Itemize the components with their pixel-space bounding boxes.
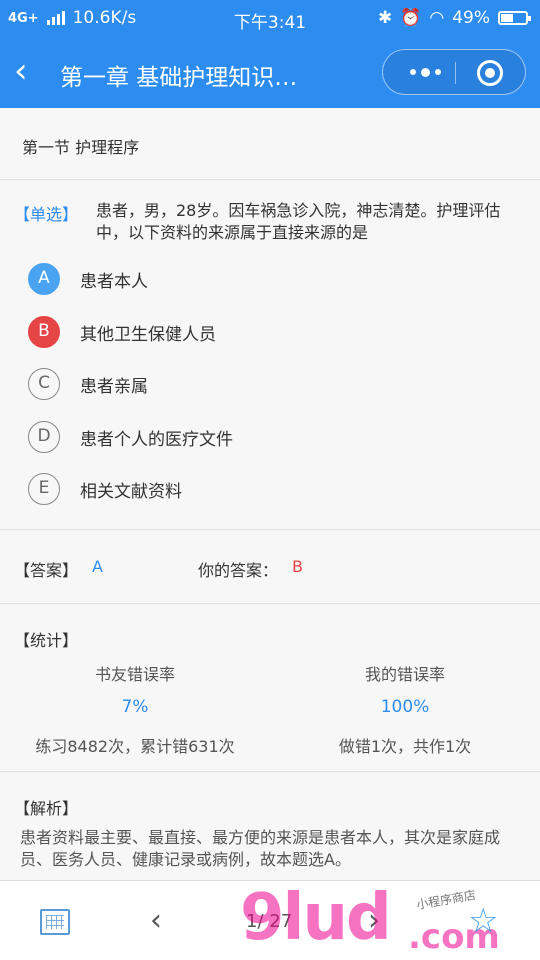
alarm-icon: ⏰	[400, 8, 422, 28]
more-dot	[434, 69, 441, 75]
chevron-right-icon: ›	[368, 903, 380, 938]
option-a[interactable]: A 患者本人	[28, 263, 508, 316]
option-text: 相关文献资料	[80, 482, 182, 502]
my-detail: 做错1次，共作1次	[338, 737, 472, 756]
back-button[interactable]: ‹	[14, 54, 44, 90]
star-icon[interactable]: ☆	[468, 901, 498, 941]
option-letter-badge: B	[28, 315, 60, 348]
option-text: 患者个人的医疗文件	[80, 429, 233, 450]
my-caption: 我的错误率	[364, 665, 445, 684]
option-letter-badge: E	[28, 473, 60, 505]
status-bar: 4G+ 10.6K/s 下午3:41 ✱ ⏰ ◠ 49%	[0, 0, 540, 36]
option-letter-badge: C	[28, 368, 60, 400]
my-percent: 100%	[380, 697, 430, 717]
option-text: 患者本人	[80, 272, 148, 292]
more-dot	[420, 67, 430, 77]
battery-percent: 49%	[452, 8, 490, 28]
my-error-rate: 我的错误率 100% 做错1次，共作1次	[285, 661, 525, 757]
analysis-title: 【解析】	[14, 799, 79, 818]
miniprogram-capsule	[382, 49, 526, 95]
prev-button[interactable]: ‹	[150, 903, 162, 938]
battery-fill	[501, 14, 513, 22]
bluetooth-icon: ✱	[377, 8, 393, 28]
question-type: 【单选】	[14, 205, 79, 224]
option-c[interactable]: C 患者亲属	[28, 368, 508, 421]
grid-list-icon[interactable]	[40, 909, 70, 935]
chevron-left-icon: ‹	[150, 903, 162, 938]
friends-percent: 7%	[121, 697, 149, 717]
answer-value: A	[92, 557, 103, 576]
option-d[interactable]: D 患者个人的医疗文件	[28, 420, 508, 474]
your-answer-label: 你的答案：	[198, 561, 279, 580]
next-button[interactable]: ›	[368, 903, 380, 938]
option-letter-badge: D	[28, 420, 60, 453]
friends-detail: 练习8482次，累计错631次	[35, 737, 235, 756]
answer-label: 【答案】	[14, 561, 79, 580]
page-title: 第一章 基础护理知识…	[60, 65, 298, 91]
chevron-left-icon: ‹	[14, 51, 28, 91]
section-header: 第一节 护理程序	[0, 108, 540, 180]
options-list: A 患者本人 B 其他卫生保健人员 C 患者亲属 D 患者个人的医疗文件 E 相关文献资料	[28, 263, 508, 526]
option-text: 患者亲属	[80, 377, 148, 397]
capsule-divider	[455, 62, 456, 84]
more-button[interactable]	[403, 56, 447, 88]
option-e[interactable]: E 相关文献资料	[28, 473, 508, 526]
stats-title: 【统计】	[14, 631, 79, 650]
status-right: ✱ ⏰ ◠ 49%	[377, 8, 531, 28]
option-b[interactable]: B 其他卫生保健人员	[28, 315, 508, 369]
answer-row: 【答案】 A 你的答案： B	[0, 531, 540, 604]
friends-caption: 书友错误率	[94, 665, 175, 684]
option-letter-badge: A	[28, 263, 60, 295]
section-title: 第一节 护理程序	[22, 138, 140, 157]
page-indicator: 1/ 27	[246, 911, 293, 932]
analysis-card: 【解析】 患者资料最主要、最直接、最方便的来源是患者本人，其次是家庭成员、医务人…	[0, 773, 540, 880]
more-dots-icon	[409, 69, 416, 75]
nav-bar: ‹ 第一章 基础护理知识…	[0, 36, 540, 108]
battery-icon	[498, 11, 531, 25]
friends-error-rate: 书友错误率 7% 练习8482次，累计错631次	[15, 661, 255, 757]
stats-card: 【统计】 书友错误率 7% 练习8482次，累计错631次 我的错误率 100%…	[0, 605, 540, 772]
wifi-icon: ◠	[429, 8, 445, 28]
question-text: 患者，男，28岁。因车祸急诊入院，神志清楚。护理评估中，以下资料的来源属于直接来…	[96, 201, 501, 242]
option-text: 其他卫生保健人员	[80, 324, 216, 345]
question-card: 【单选】 患者，男，28岁。因车祸急诊入院，神志清楚。护理评估中，以下资料的来源…	[0, 181, 540, 530]
bottom-bar: ‹ 1/ 27 › 9lud 小程序商店 .com ☆	[0, 880, 540, 960]
close-miniprogram-button[interactable]	[477, 60, 503, 86]
your-answer-value: B	[292, 557, 303, 576]
analysis-text: 患者资料最主要、最直接、最方便的来源是患者本人，其次是家庭成员、医务人员、健康记…	[20, 828, 501, 869]
